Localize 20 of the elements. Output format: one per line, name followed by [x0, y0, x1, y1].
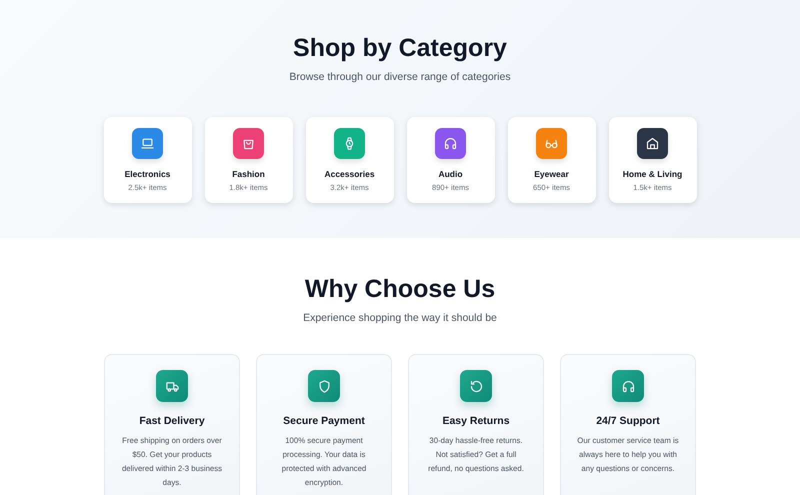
- feature-title: Secure Payment: [283, 415, 365, 427]
- section-title: Shop by Category: [293, 33, 507, 63]
- laptop-icon: [140, 136, 155, 151]
- feature-title: 24/7 Support: [596, 415, 660, 427]
- section-subtitle: Experience shopping the way it should be: [303, 312, 497, 324]
- house-icon: [645, 136, 660, 151]
- shield-icon: [316, 378, 332, 394]
- section-title: Why Choose Us: [304, 274, 496, 304]
- feature-title: Easy Returns: [442, 415, 510, 427]
- category-name: Eyewear: [534, 169, 569, 179]
- category-name: Accessories: [324, 169, 375, 179]
- category-name: Electronics: [124, 169, 170, 179]
- section-subtitle: Browse through our diverse range of categories: [289, 71, 511, 83]
- category-name: Home & Living: [622, 169, 682, 179]
- category-name: Fashion: [232, 169, 265, 179]
- headphones-icon: [443, 136, 458, 151]
- feature-title: Fast Delivery: [139, 415, 205, 427]
- refresh-icon: [468, 378, 484, 394]
- headphones-icon: [620, 378, 636, 394]
- category-name: Audio: [438, 169, 463, 179]
